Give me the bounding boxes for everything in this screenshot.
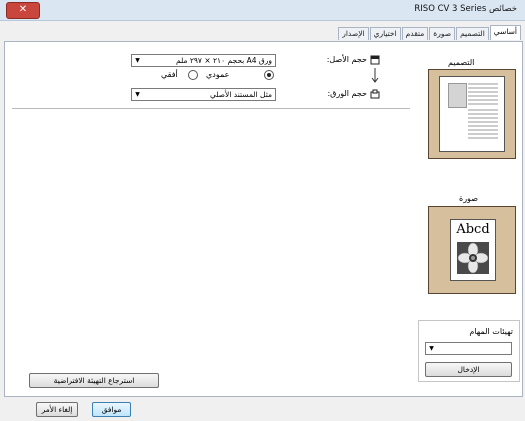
chevron-down-icon: ▼ [135, 57, 140, 64]
image-block-icon [448, 83, 467, 108]
tab-basic[interactable]: أساسي [489, 25, 521, 40]
ok-button[interactable]: موافق [92, 402, 131, 417]
paper-size-label: حجم الورق: [327, 89, 367, 98]
presets-title: تهيئات المهام [469, 327, 513, 336]
paper-size-value: مثل المستند الأصلي [209, 90, 272, 99]
radio-dot-icon [267, 73, 271, 77]
landscape-radio-label: أفقي [161, 70, 178, 79]
text-lines-icon [468, 83, 498, 139]
chevron-down-icon: ▼ [135, 91, 140, 98]
original-size-select[interactable]: ▼ ورق A4 بحجم ٢١٠ × ٢٩٧ ملم [131, 54, 276, 67]
separator-line [12, 108, 410, 109]
original-document-icon [370, 55, 380, 65]
image-preview-title: صورة [459, 194, 478, 203]
tab-strip: أساسي التصميم صورة متقدم اختياري الإصدار [337, 25, 521, 41]
restore-defaults-button[interactable]: استرجاع التهيئة الافتراضية [29, 373, 159, 388]
layout-preview-title: التصميم [448, 58, 475, 67]
tab-layout[interactable]: التصميم [456, 27, 489, 40]
window-title: خصائص RISO CV 3 Series [414, 4, 517, 14]
image-preview-frame: Abcd [428, 206, 516, 294]
paper-size-icon [370, 89, 380, 99]
original-size-value: ورق A4 بحجم ٢١٠ × ٢٩٧ ملم [175, 56, 272, 65]
flower-photo-icon [457, 242, 489, 274]
tab-image[interactable]: صورة [429, 27, 456, 40]
close-button[interactable]: ✕ [6, 2, 40, 19]
portrait-radio[interactable] [264, 70, 274, 80]
paper-size-select[interactable]: ▼ مثل المستند الأصلي [131, 88, 276, 101]
tab-advanced[interactable]: متقدم [401, 27, 429, 40]
tab-optional[interactable]: اختياري [369, 27, 401, 40]
chevron-down-icon: ▼ [429, 345, 434, 352]
tab-version[interactable]: الإصدار [338, 27, 369, 40]
image-sample: Abcd [450, 219, 496, 281]
portrait-radio-label: عمودي [206, 70, 230, 79]
arrow-down-icon [370, 67, 380, 83]
layout-preview-frame [428, 69, 516, 159]
page-preview [439, 76, 505, 152]
cancel-button[interactable]: إلغاء الأمر [36, 402, 78, 417]
original-size-label: حجم الأصل: [326, 55, 367, 64]
image-sample-text: Abcd [456, 222, 490, 237]
preset-entry-button[interactable]: الإدخال [425, 362, 512, 377]
presets-select[interactable]: ▼ [425, 342, 512, 355]
landscape-radio[interactable] [188, 70, 198, 80]
